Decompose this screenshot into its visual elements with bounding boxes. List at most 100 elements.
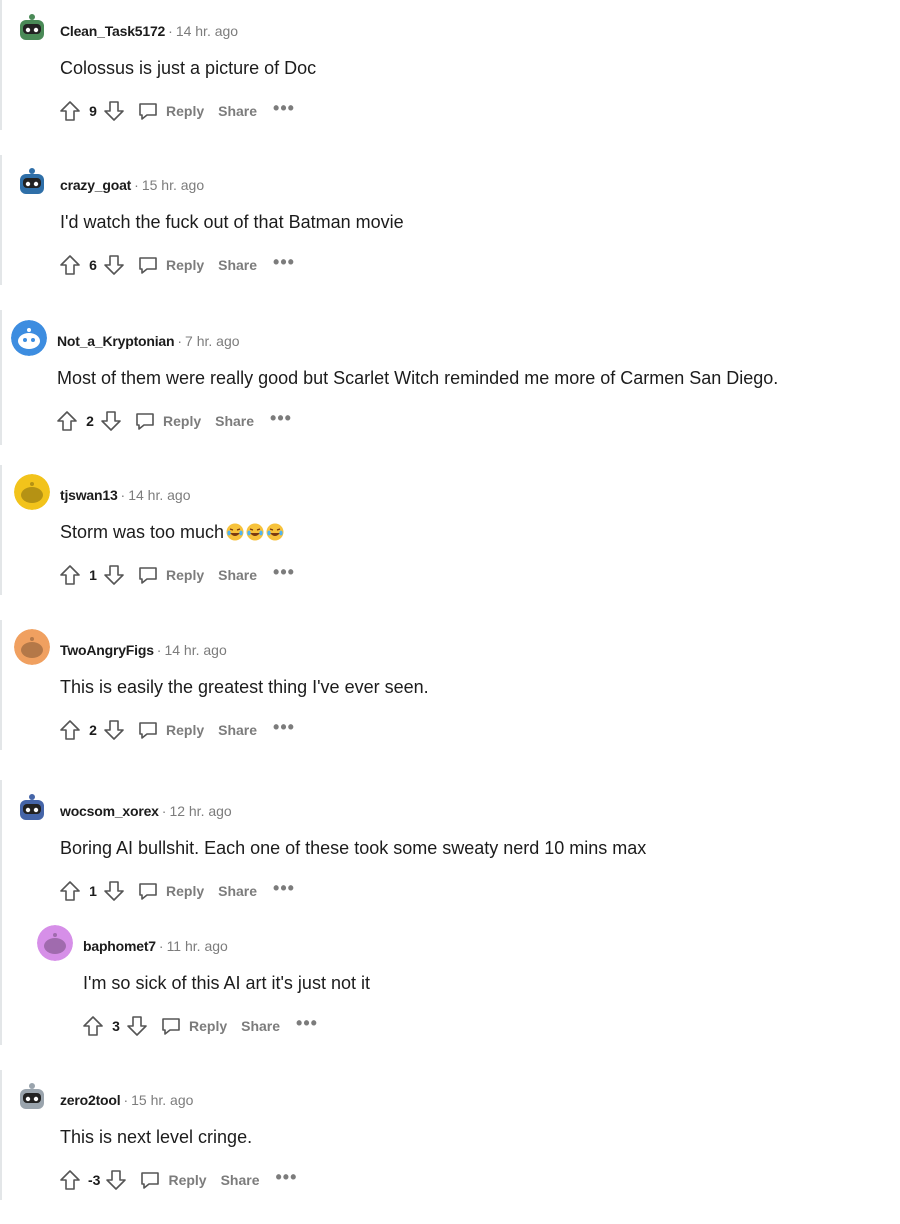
timestamp[interactable]: 14 hr. ago [176,23,238,39]
vote-score: 3 [112,1018,120,1034]
more-options-icon[interactable]: ••• [296,1014,318,1036]
reply-button[interactable]: Reply [166,257,204,273]
avatar[interactable] [11,320,47,356]
reply-button[interactable]: Reply [189,1018,227,1034]
rofl-emoji-icon [226,523,244,541]
upvote-icon[interactable] [58,563,82,587]
rofl-emoji-icon [266,523,284,541]
more-options-icon[interactable]: ••• [273,879,295,901]
reply-button[interactable]: Reply [166,722,204,738]
avatar[interactable] [14,629,50,665]
reply-icon[interactable] [136,99,160,123]
upvote-icon[interactable] [58,253,82,277]
downvote-icon[interactable] [99,409,123,433]
comment-text: Colossus is just a picture of Doc [60,58,317,78]
comment-meta: crazy_goat · 15 hr. ago [60,176,204,194]
upvote-icon[interactable] [55,409,79,433]
thread-line[interactable] [0,620,2,750]
share-button[interactable]: Share [221,1172,260,1188]
thread-line[interactable] [0,310,2,445]
reply-icon[interactable] [159,1014,183,1038]
username[interactable]: TwoAngryFigs [60,642,154,658]
upvote-icon[interactable] [58,879,82,903]
username[interactable]: tjswan13 [60,487,118,503]
reply-button[interactable]: Reply [163,413,201,429]
comment-actions: 9 Reply Share ••• [58,98,295,124]
upvote-icon[interactable] [58,99,82,123]
more-options-icon[interactable]: ••• [273,99,295,121]
timestamp[interactable]: 15 hr. ago [142,177,204,193]
username[interactable]: Clean_Task5172 [60,23,165,39]
timestamp[interactable]: 14 hr. ago [128,487,190,503]
username[interactable]: Not_a_Kryptonian [57,333,175,349]
vote-score: 1 [89,883,97,899]
thread-line[interactable] [0,0,2,130]
meta-separator: · [177,333,183,349]
vote-score: 2 [89,722,97,738]
meta-separator: · [134,177,139,193]
reply-icon[interactable] [133,409,157,433]
downvote-icon[interactable] [102,879,126,903]
reply-button[interactable]: Reply [166,567,204,583]
thread-line[interactable] [0,1070,2,1200]
reply-icon[interactable] [136,879,160,903]
comment: Not_a_Kryptonian · 7 hr. ago Most of them w… [11,320,880,465]
reply-icon[interactable] [136,718,160,742]
timestamp[interactable]: 11 hr. ago [167,938,228,954]
downvote-icon[interactable] [102,253,126,277]
reply-icon[interactable] [136,253,160,277]
avatar[interactable] [37,925,73,961]
username[interactable]: zero2tool [60,1092,121,1108]
share-button[interactable]: Share [218,567,257,583]
username[interactable]: crazy_goat [60,177,131,193]
more-options-icon[interactable]: ••• [273,718,295,740]
share-button[interactable]: Share [218,257,257,273]
comment-text: Most of them were really good but Scarle… [57,368,779,388]
meta-separator: · [161,803,167,819]
meta-separator: · [123,1092,129,1108]
more-options-icon[interactable]: ••• [273,563,295,585]
thread-line[interactable] [0,780,2,1045]
comment-actions: 2 Reply Share ••• [58,717,295,743]
downvote-icon[interactable] [104,1168,128,1192]
timestamp[interactable]: 14 hr. ago [164,642,226,658]
downvote-icon[interactable] [125,1014,149,1038]
avatar[interactable] [14,164,50,200]
avatar[interactable] [14,474,50,510]
comment: zero2tool · 15 hr. ago This is next level c… [14,1079,880,1224]
downvote-icon[interactable] [102,718,126,742]
comment: baphomet7 · 11 hr. ago I'm so sick of this … [37,925,880,1070]
timestamp[interactable]: 7 hr. ago [185,333,240,349]
upvote-icon[interactable] [81,1014,105,1038]
timestamp[interactable]: 15 hr. ago [131,1092,193,1108]
share-button[interactable]: Share [215,413,254,429]
reply-button[interactable]: Reply [166,883,204,899]
avatar[interactable] [14,10,50,46]
comment-meta: baphomet7 · 11 hr. ago [83,937,228,955]
more-options-icon[interactable]: ••• [273,253,295,275]
more-options-icon[interactable]: ••• [270,409,292,431]
avatar[interactable] [14,1079,50,1115]
share-button[interactable]: Share [241,1018,280,1034]
timestamp[interactable]: 12 hr. ago [169,803,231,819]
more-options-icon[interactable]: ••• [276,1168,298,1190]
downvote-icon[interactable] [102,99,126,123]
upvote-icon[interactable] [58,1168,82,1192]
downvote-icon[interactable] [102,563,126,587]
share-button[interactable]: Share [218,103,257,119]
reply-button[interactable]: Reply [168,1172,206,1188]
share-button[interactable]: Share [218,722,257,738]
username[interactable]: baphomet7 [83,938,156,954]
meta-separator: · [168,23,173,39]
thread-line[interactable] [0,155,2,285]
upvote-icon[interactable] [58,718,82,742]
username[interactable]: wocsom_xorex [60,803,159,819]
avatar[interactable] [14,790,50,826]
reply-icon[interactable] [138,1168,162,1192]
share-button[interactable]: Share [218,883,257,899]
vote-score: 9 [89,103,97,119]
comment-text: This is easily the greatest thing I've e… [60,677,429,697]
reply-icon[interactable] [136,563,160,587]
reply-button[interactable]: Reply [166,103,204,119]
thread-line[interactable] [0,465,2,595]
